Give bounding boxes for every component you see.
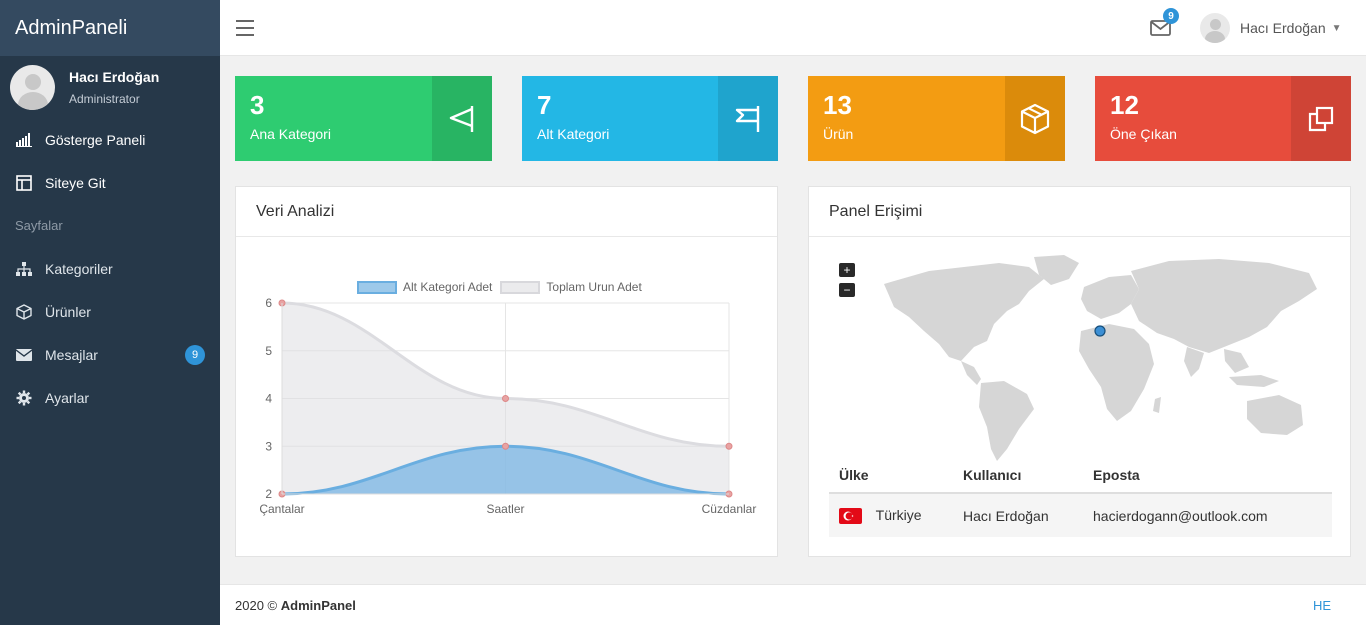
y-tick-label: 5	[265, 344, 272, 358]
stat-card-sub-categories[interactable]: 7 Alt Kategori	[522, 76, 778, 161]
column-header: Ülke	[829, 457, 953, 494]
sidebar-item-label: Gösterge Paneli	[45, 131, 146, 148]
area-chart: 2 3 4 5 6 Çantalar Saatler Cüzdanlar	[259, 296, 757, 516]
stat-value: 3	[250, 90, 265, 120]
stat-label: Öne Çıkan	[1110, 126, 1177, 142]
turkey-flag-icon	[839, 508, 862, 525]
layout-icon	[15, 174, 33, 192]
clone-icon	[1291, 76, 1351, 161]
stat-card-featured[interactable]: 12 Öne Çıkan	[1095, 76, 1351, 161]
footer-copyright: 2020 ©	[235, 597, 278, 613]
sitemap-icon	[15, 260, 33, 278]
location-marker[interactable]	[1094, 325, 1106, 337]
mail-badge: 9	[1163, 8, 1179, 24]
stat-label: Ana Kategori	[250, 126, 331, 142]
country-name: Türkiye	[875, 506, 922, 523]
zoom-in-button[interactable]: +	[839, 263, 855, 277]
menu-toggle-icon[interactable]	[236, 20, 254, 36]
sidebar-item-settings[interactable]: Ayarlar	[0, 376, 220, 419]
stat-label: Alt Kategori	[537, 126, 610, 142]
stat-value: 12	[1110, 90, 1139, 120]
data-point	[725, 442, 733, 450]
y-tick-label: 2	[265, 487, 272, 501]
x-tick-label: Saatler	[486, 502, 524, 516]
sidebar-item-label: Kategoriler	[45, 260, 113, 277]
sidebar-item-label: Mesajlar	[45, 346, 98, 363]
cube-icon	[1005, 76, 1065, 161]
user-role: Administrator	[69, 91, 140, 106]
country-cell: Türkiye	[829, 493, 953, 537]
cube-icon	[15, 303, 33, 321]
gear-icon	[15, 389, 33, 407]
topbar: 9 Hacı Erdoğan ▼	[220, 0, 1366, 56]
user-menu[interactable]: Hacı Erdoğan ▼	[1240, 20, 1342, 36]
sidebar-user: Hacı Erdoğan Administrator	[0, 56, 220, 118]
access-table: Ülke Kullanıcı Eposta Türkiye Hacı Erdoğ…	[829, 457, 1332, 537]
user-menu-name: Hacı Erdoğan	[1240, 20, 1326, 36]
avatar[interactable]	[1200, 13, 1230, 43]
table-row: Türkiye Hacı Erdoğan hacierdogann@outloo…	[829, 493, 1332, 537]
sidebar-item-label: Siteye Git	[45, 174, 106, 191]
messages-badge: 9	[185, 345, 205, 365]
sidebar-item-dashboard[interactable]: Gösterge Paneli	[0, 118, 220, 161]
panel-title: Panel Erişimi	[809, 187, 1350, 237]
column-header: Kullanıcı	[953, 457, 1083, 494]
data-point	[502, 395, 509, 402]
stat-card-products[interactable]: 13 Ürün	[808, 76, 1065, 161]
panel-title: Veri Analizi	[236, 187, 777, 237]
stat-value: 13	[823, 90, 852, 120]
sidebar-item-label: Ürünler	[45, 303, 91, 320]
flag-icon	[718, 76, 778, 161]
avatar	[10, 64, 55, 110]
envelope-icon	[15, 346, 33, 364]
stat-card-main-categories[interactable]: 3 Ana Kategori	[235, 76, 492, 161]
table-header-row: Ülke Kullanıcı Eposta	[829, 457, 1332, 494]
data-point	[502, 442, 509, 450]
sidebar-item-products[interactable]: Ürünler	[0, 290, 220, 333]
sidebar-item-label: Ayarlar	[45, 389, 90, 406]
column-header: Eposta	[1083, 457, 1332, 494]
email-cell: hacierdogann@outlook.com	[1083, 493, 1332, 537]
world-map[interactable]	[869, 249, 1329, 469]
bar-chart-icon	[15, 131, 33, 149]
footer-brand: AdminPanel	[280, 597, 356, 613]
x-tick-label: Cüzdanlar	[702, 502, 757, 516]
chart-panel: Veri Analizi Alt Kategori Adet Toplam Ur…	[235, 186, 778, 557]
flag-icon	[432, 76, 492, 161]
stat-label: Ürün	[823, 126, 854, 142]
footer-right-link[interactable]: HE	[1313, 598, 1331, 613]
user-name: Hacı Erdoğan	[69, 68, 160, 85]
zoom-out-button[interactable]: −	[839, 283, 855, 297]
brand-logo[interactable]: AdminPaneli	[0, 0, 220, 56]
y-tick-label: 4	[265, 392, 272, 406]
sidebar-item-site[interactable]: Siteye Git	[0, 161, 220, 204]
x-tick-label: Çantalar	[259, 502, 304, 516]
sidebar-item-categories[interactable]: Kategoriler	[0, 247, 220, 290]
sidebar: AdminPaneli Hacı Erdoğan Administrator G…	[0, 0, 220, 625]
y-tick-label: 3	[265, 439, 272, 453]
chevron-down-icon: ▼	[1331, 22, 1342, 34]
sidebar-section-label: Sayfalar	[15, 218, 63, 233]
stat-value: 7	[537, 90, 552, 120]
y-tick-label: 6	[265, 296, 272, 310]
footer: 2020 © AdminPanel HE	[220, 584, 1366, 625]
access-panel: Panel Erişimi + − Ülke Kullanıcı Eposta …	[808, 186, 1351, 557]
user-cell: Hacı Erdoğan	[953, 493, 1083, 537]
sidebar-item-messages[interactable]: Mesajlar 9	[0, 333, 220, 376]
